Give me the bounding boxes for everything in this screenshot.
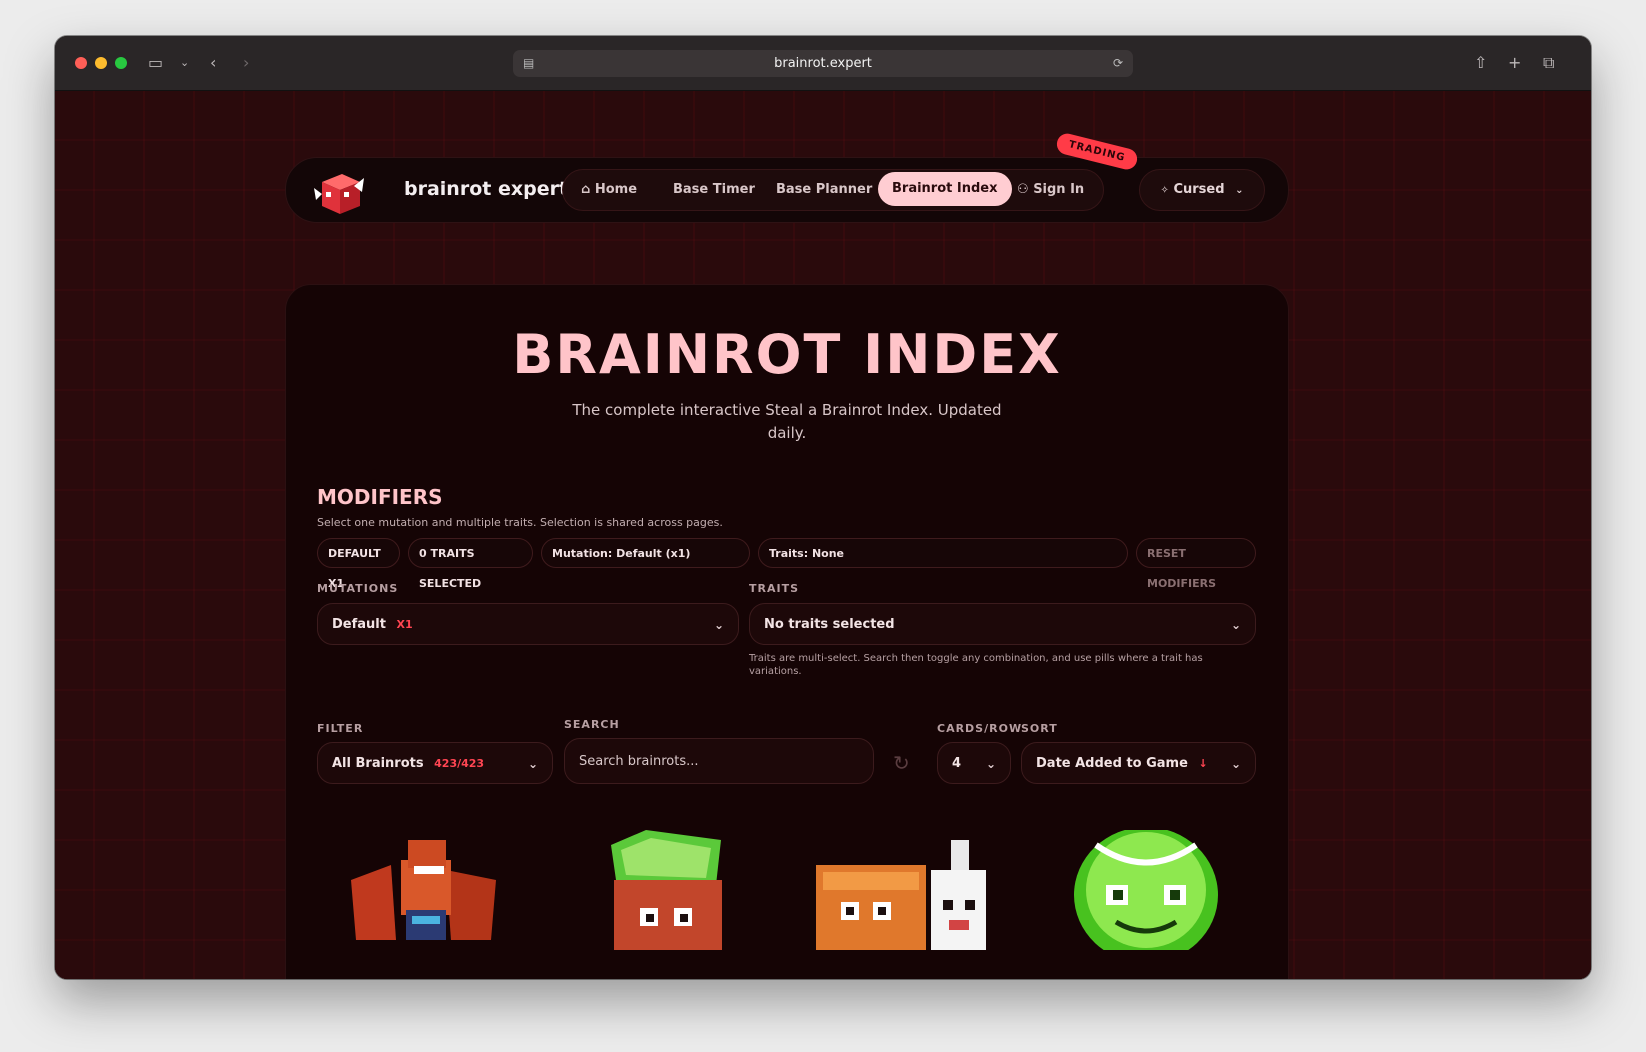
mutation-multiplier: X1 (396, 618, 413, 631)
chevron-down-icon[interactable]: ⌄ (180, 52, 189, 74)
logo-icon[interactable] (314, 168, 364, 216)
traits-label: TRAITS (749, 582, 800, 595)
page-title: BRAINROT INDEX (512, 323, 1062, 386)
forward-icon[interactable]: › (243, 52, 249, 74)
cards-per-row-value: 4 (952, 756, 962, 771)
cards-per-row-label: CARDS/ROW (937, 722, 1023, 735)
tabs-overview-icon[interactable]: ⧉ (1543, 52, 1554, 74)
chevron-down-icon: ⌄ (1235, 185, 1244, 196)
nav-home-label: Home (594, 182, 638, 197)
nav-brainrot-index[interactable]: Brainrot Index (878, 172, 1012, 206)
reload-icon[interactable]: ⟳ (1113, 50, 1123, 77)
filter-select[interactable]: All Brainrots 423/423 ⌄ (317, 742, 553, 784)
sort-value: Date Added to Game (1036, 756, 1188, 771)
back-icon[interactable]: ‹ (210, 52, 216, 74)
reset-modifiers-button[interactable]: RESET MODIFIERS (1136, 538, 1256, 590)
mutation-summary-chip[interactable]: Mutation: Default (x1) (541, 538, 750, 568)
nav-base-timer[interactable]: Base Timer (673, 178, 755, 202)
search-input[interactable]: Search brainrots... (564, 738, 874, 784)
nav-home[interactable]: ⌂ Home (581, 178, 637, 202)
sort-select[interactable]: Date Added to Game ↓ ⌄ (1021, 742, 1256, 784)
browser-titlebar: ▭ ⌄ ‹ › ▤ brainrot.expert ⟳ ⇧ + ⧉ (55, 36, 1591, 91)
share-icon[interactable]: ⇧ (1474, 52, 1487, 74)
maximize-window-button[interactable] (115, 57, 127, 69)
nav-sign-in[interactable]: ⚇ Sign In (1017, 178, 1084, 202)
close-window-button[interactable] (75, 57, 87, 69)
mutations-label: MUTATIONS (317, 582, 399, 595)
brainrot-card-image-4[interactable] (1066, 830, 1226, 950)
traits-summary-chip[interactable]: Traits: None (758, 538, 1128, 568)
brainrot-card-image-1[interactable] (346, 830, 496, 950)
nav-base-planner[interactable]: Base Planner (776, 178, 872, 202)
new-tab-icon[interactable]: + (1508, 52, 1521, 74)
modifiers-description: Select one mutation and multiple traits.… (317, 516, 723, 529)
page-settings-icon[interactable]: ▤ (523, 50, 534, 77)
sort-label: SORT (1021, 722, 1058, 735)
nav-links: ⌂ Home Base Timer Base Planner Brainrot … (562, 169, 1104, 211)
page-subtitle: The complete interactive Steal a Brainro… (572, 401, 1002, 442)
address-bar[interactable]: ▤ brainrot.expert ⟳ (513, 50, 1133, 77)
chevron-down-icon: ⌄ (985, 757, 996, 771)
chevron-down-icon: ⌄ (713, 618, 724, 632)
browser-window: ▭ ⌄ ‹ › ▤ brainrot.expert ⟳ ⇧ + ⧉ brainr… (55, 36, 1591, 979)
user-icon: ⚇ (1017, 182, 1029, 197)
top-navigation: brainrot expert ⌂ Home Base Timer Base P… (285, 131, 1289, 223)
brainrot-card-image-2[interactable] (606, 830, 726, 950)
sparkle-icon: ✧ (1160, 185, 1169, 196)
sort-direction-icon: ↓ (1198, 757, 1208, 770)
filter-value: All Brainrots (332, 756, 424, 771)
traits-value: No traits selected (764, 617, 895, 632)
traits-select[interactable]: No traits selected ⌄ (749, 603, 1256, 645)
index-card: BRAINROT INDEX The complete interactive … (285, 284, 1289, 979)
search-label: SEARCH (564, 718, 620, 731)
search-placeholder: Search brainrots... (579, 754, 699, 769)
mutation-select[interactable]: Default X1 ⌄ (317, 603, 739, 645)
minimize-window-button[interactable] (95, 57, 107, 69)
modifiers-heading: MODIFIERS (317, 485, 443, 509)
traits-hint: Traits are multi-select. Search then tog… (749, 653, 1203, 677)
url-text: brainrot.expert (774, 56, 872, 71)
chevron-down-icon: ⌄ (1230, 618, 1241, 632)
chevron-down-icon: ⌄ (527, 757, 538, 771)
cards-per-row-select[interactable]: 4 ⌄ (937, 742, 1011, 784)
sidebar-icon[interactable]: ▭ (148, 52, 163, 74)
mutation-chip[interactable]: DEFAULT X1 (317, 538, 400, 590)
theme-selector[interactable]: ✧ Cursed ⌄ (1139, 169, 1265, 211)
filter-count: 423/423 (434, 757, 485, 770)
traits-count-chip[interactable]: 0 TRAITS SELECTED (408, 538, 533, 590)
mutation-value: Default (332, 617, 386, 632)
filter-label: FILTER (317, 722, 364, 735)
reset-search-icon[interactable]: ↻ (893, 751, 910, 775)
nav-sign-in-label: Sign In (1033, 182, 1085, 197)
chevron-down-icon: ⌄ (1230, 757, 1241, 771)
brainrot-card-image-3[interactable] (811, 830, 991, 950)
page-content: brainrot expert ⌂ Home Base Timer Base P… (55, 91, 1591, 979)
home-icon: ⌂ (581, 182, 591, 197)
brand-name[interactable]: brainrot expert (404, 178, 568, 200)
theme-label: Cursed (1173, 182, 1225, 197)
